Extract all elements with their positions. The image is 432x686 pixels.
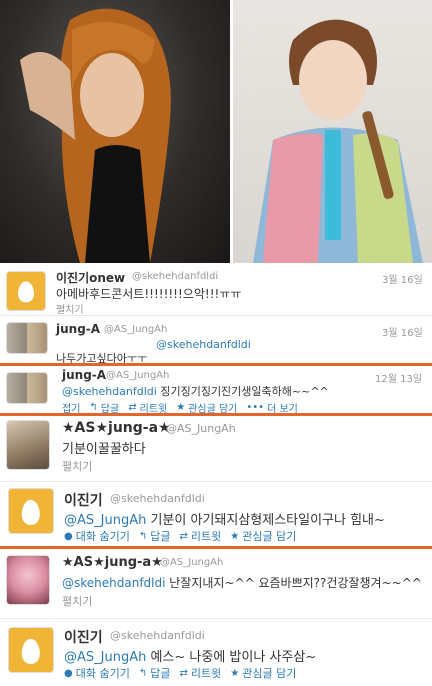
tweet-text: 기분이꿀꿀하다 <box>62 442 146 457</box>
tweet-body: @AS_JungAh 예스~ 나중에 밥이나 사주삼~ <box>64 646 316 665</box>
star-icon: ★ <box>230 530 240 542</box>
user-handle[interactable]: @AS_JungAh <box>166 422 236 435</box>
tweet-1: 이진기onew @skehehdanfdldi 3월 16일 아메바후드콘서트!… <box>0 263 432 316</box>
reply-icon: ↰ <box>138 667 148 679</box>
conversation-icon: ● <box>64 667 73 679</box>
tweet-text: 아메바후드콘서트!!!!!!!!으악!!!ㅠㅠ <box>56 287 242 301</box>
user-handle[interactable]: @AS_JungAh <box>160 557 223 568</box>
tweet-6: ★AS★jung-a★ @AS_JungAh @skehehdanfdldi 난… <box>0 549 432 619</box>
user-name[interactable]: jung-A <box>56 322 100 336</box>
avatar[interactable] <box>8 627 54 673</box>
retweet-button[interactable]: ⇄ 리트윗 <box>179 665 221 681</box>
avatar[interactable] <box>6 271 46 311</box>
tweet-2: jung-A @AS_JungAh 3월 16일 @skehehdanfdldi… <box>0 316 432 365</box>
retweet-button[interactable]: ⇄ 리트윗 <box>179 528 221 544</box>
avatar[interactable] <box>8 488 54 534</box>
user-handle[interactable]: @AS_JungAh <box>104 324 167 335</box>
tweet-text: 징기징기징기진기생일축하해~~^^ <box>156 385 329 398</box>
tweet-text: 난잘지내지~^^ 요즘바쁘지??건강잘챙겨~~^^ <box>165 576 422 590</box>
expand-link[interactable]: 펼치기 <box>56 301 84 316</box>
user-name[interactable]: 이진기 <box>64 627 103 647</box>
reply-button[interactable]: ↰ 답글 <box>139 665 171 681</box>
user-name[interactable]: ★AS★jung-a★ <box>62 420 171 436</box>
tweet-body: @AS_JungAh 기분이 아기돼지삼형제스타일이구나 힘내~ <box>64 509 385 528</box>
avatar[interactable] <box>6 420 50 470</box>
user-name[interactable]: 이진기 <box>64 490 103 510</box>
mention-link[interactable]: @skehehdanfdldi <box>62 385 157 398</box>
hide-conversation-button[interactable]: ● 대화 숨기기 <box>64 528 130 544</box>
favorite-button[interactable]: ★ 관심글 담기 <box>230 665 296 681</box>
expand-link[interactable]: 펼치기 <box>62 458 92 474</box>
reply-button[interactable]: ↰ 답글 <box>139 528 171 544</box>
tweet-date[interactable]: 12월 13일 <box>375 370 422 385</box>
avatar[interactable] <box>6 322 48 354</box>
photo-man <box>233 0 432 263</box>
mention-link[interactable]: @AS_JungAh <box>64 513 146 528</box>
conversation-icon: ● <box>64 530 73 542</box>
expand-link[interactable]: 펼치기 <box>62 593 92 609</box>
tweet-date[interactable]: 3월 16일 <box>382 271 423 286</box>
reply-icon: ↰ <box>138 530 148 542</box>
favorite-button[interactable]: ★ 관심글 담기 <box>230 528 296 544</box>
star-icon: ★ <box>230 667 240 679</box>
hide-conversation-button[interactable]: ● 대화 숨기기 <box>64 665 130 681</box>
tweet-actions: ● 대화 숨기기 ↰ 답글 ⇄ 리트윗 ★ 관심글 담기 <box>64 528 296 544</box>
more-dots-icon: ••• <box>246 402 265 413</box>
user-name[interactable]: jung-A <box>62 368 106 382</box>
tweet-text: 예스~ 나중에 밥이나 사주삼~ <box>146 650 317 665</box>
mention-link[interactable]: @skehehdanfdldi <box>156 338 251 351</box>
tweet-body: @skehehdanfdldi 난잘지내지~^^ 요즘바쁘지??건강잘챙겨~~^… <box>62 574 422 591</box>
tweet-text: 기분이 아기돼지삼형제스타일이구나 힘내~ <box>146 513 385 528</box>
user-handle[interactable]: @skehehdanfdldi <box>110 629 205 642</box>
photo-woman <box>0 0 230 263</box>
user-handle[interactable]: @skehehdanfdldi <box>132 271 218 282</box>
tweet-5: 이진기 @skehehdanfdldi @AS_JungAh 기분이 아기돼지삼… <box>0 482 432 546</box>
tweet-3: jung-A @AS_JungAh 12월 13일 @skehehdanfdld… <box>0 366 432 415</box>
retweet-icon: ⇄ <box>179 530 188 542</box>
avatar[interactable] <box>6 555 50 605</box>
tweet-date[interactable]: 3월 16일 <box>382 324 423 339</box>
star-icon: ★ <box>176 402 186 413</box>
photo-collage <box>0 0 432 263</box>
user-handle[interactable]: @AS_JungAh <box>106 370 169 381</box>
retweet-icon: ⇄ <box>128 402 137 413</box>
user-name[interactable]: ★AS★jung-a★ <box>62 555 163 570</box>
user-name[interactable]: 이진기onew <box>56 269 125 286</box>
mention-link[interactable]: @skehehdanfdldi <box>62 576 165 590</box>
reply-icon: ↰ <box>89 402 98 413</box>
user-handle[interactable]: @skehehdanfdldi <box>110 492 205 505</box>
retweet-icon: ⇄ <box>179 667 188 679</box>
avatar[interactable] <box>6 372 48 404</box>
tweet-body: @skehehdanfdldi 징기징기징기진기생일축하해~~^^ <box>62 383 329 399</box>
tweet-7: 이진기 @skehehdanfdldi @AS_JungAh 예스~ 나중에 밥… <box>0 619 432 686</box>
tweet-4: ★AS★jung-a★ @AS_JungAh 기분이꿀꿀하다 펼치기 <box>0 416 432 482</box>
tweet-actions: ● 대화 숨기기 ↰ 답글 ⇄ 리트윗 ★ 관심글 담기 <box>64 665 296 681</box>
mention-link[interactable]: @AS_JungAh <box>64 650 146 665</box>
